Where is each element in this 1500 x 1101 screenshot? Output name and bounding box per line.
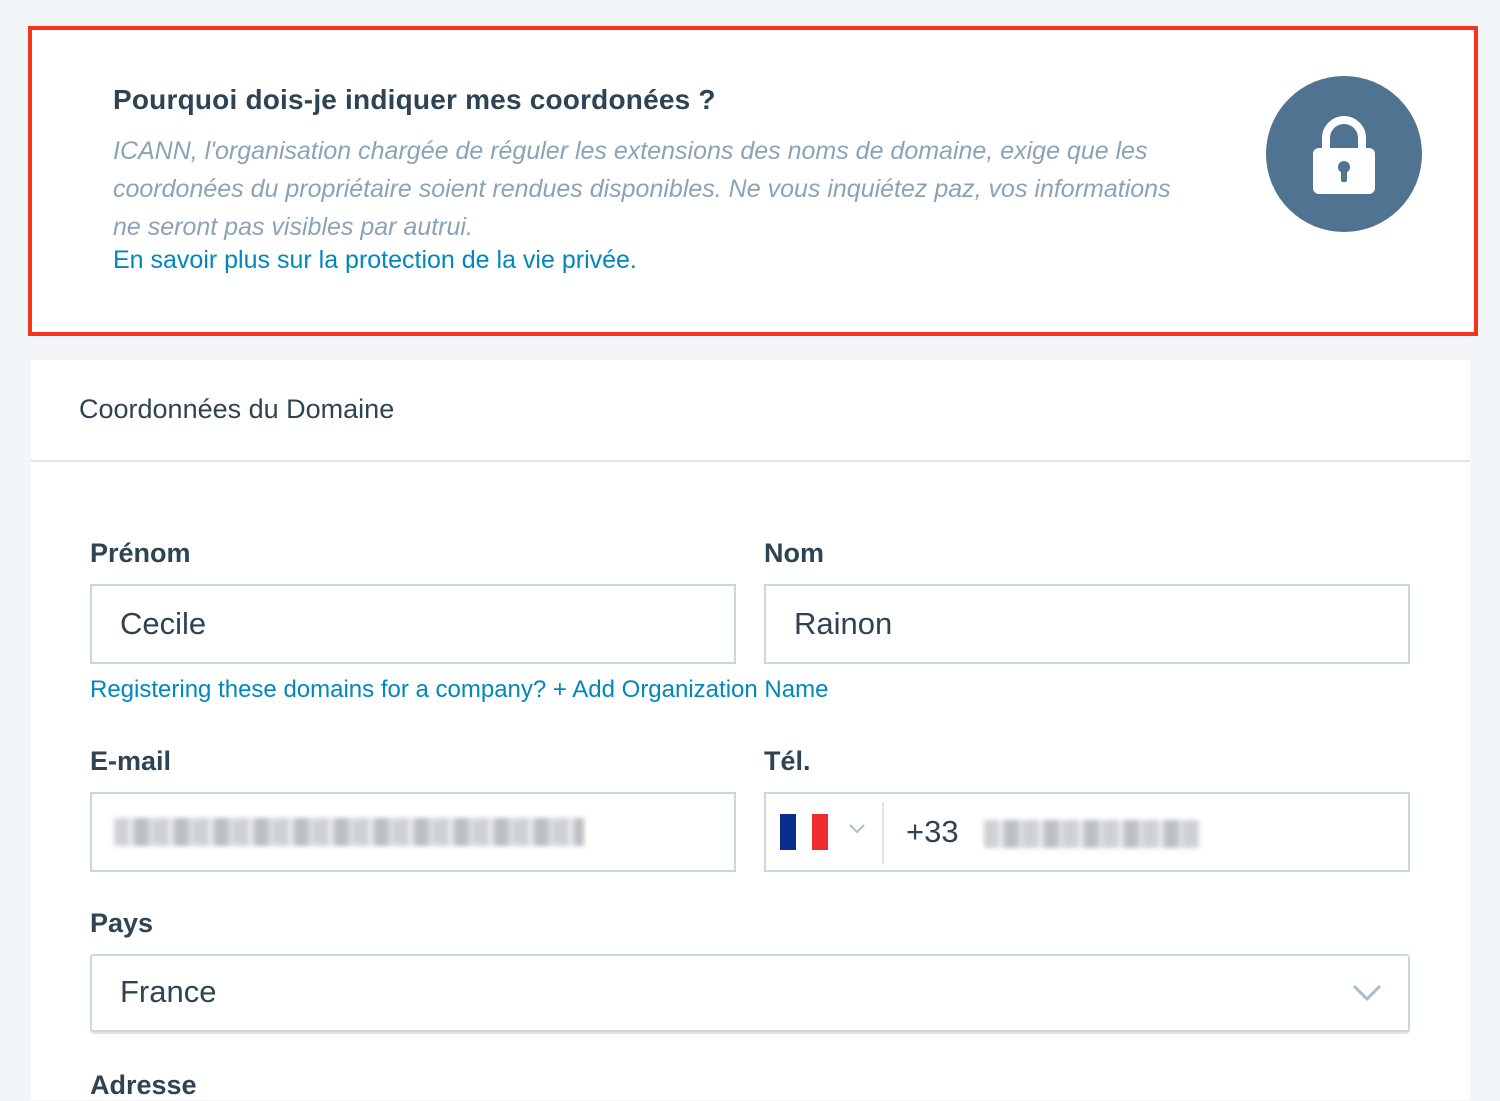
- domain-contact-card: Coordonnées du Domaine Prénom Cecile Nom…: [31, 360, 1470, 1100]
- last-name-input[interactable]: Rainon: [764, 584, 1410, 664]
- phone-divider: [882, 802, 884, 864]
- phone-redacted-value: [984, 820, 1200, 848]
- france-flag-icon[interactable]: [780, 814, 828, 850]
- lock-badge: [1266, 76, 1422, 232]
- last-name-label: Nom: [764, 538, 824, 568]
- card-header: Coordonnées du Domaine: [31, 360, 1470, 462]
- notice-title: Pourquoi dois-je indiquer mes coordonées…: [113, 84, 716, 115]
- privacy-notice: Pourquoi dois-je indiquer mes coordonées…: [28, 26, 1478, 336]
- chevron-down-icon: [1352, 984, 1382, 1002]
- notice-body: ICANN, l'organisation chargée de réguler…: [113, 137, 1171, 241]
- phone-label: Tél.: [764, 746, 811, 776]
- first-name-value: Cecile: [120, 606, 207, 641]
- country-label: Pays: [90, 908, 154, 938]
- phone-input[interactable]: +33: [764, 792, 1410, 872]
- card-title: Coordonnées du Domaine: [79, 394, 395, 424]
- first-name-label: Prénom: [90, 538, 191, 568]
- lock-icon: [1313, 116, 1375, 194]
- privacy-learn-more-link[interactable]: En savoir plus sur la protection de la v…: [113, 246, 637, 275]
- email-label: E-mail: [90, 746, 172, 776]
- add-organization-link[interactable]: Registering these domains for a company?…: [90, 676, 828, 704]
- chevron-down-icon[interactable]: [848, 823, 866, 835]
- country-selected-value: France: [120, 974, 217, 1009]
- phone-country-code: +33: [906, 814, 959, 849]
- last-name-value: Rainon: [794, 606, 893, 641]
- country-select[interactable]: France: [90, 954, 1410, 1032]
- email-input[interactable]: [90, 792, 736, 872]
- email-redacted-value: [114, 818, 584, 846]
- first-name-input[interactable]: Cecile: [90, 584, 736, 664]
